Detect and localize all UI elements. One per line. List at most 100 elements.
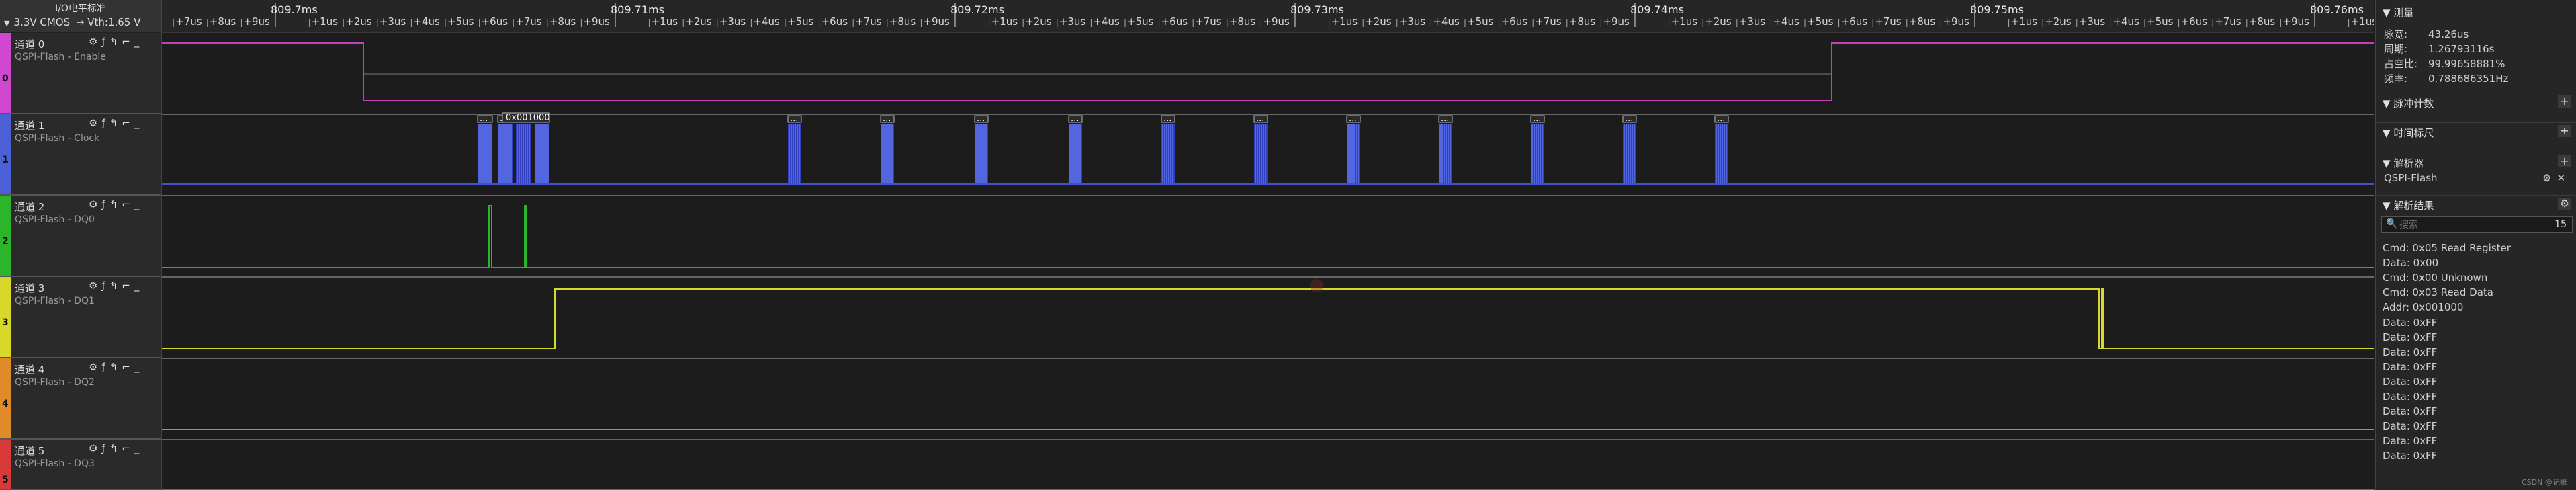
falling-edge-icon[interactable]: ↰ [109, 442, 122, 454]
results-settings-button[interactable]: ⚙ [2558, 198, 2571, 210]
channel-toolbar[interactable]: ⚙ƒ↰⌐_ [89, 36, 143, 48]
cursor-marker[interactable] [1310, 279, 1323, 292]
channel-5-row[interactable]: 5 通道 5 QSPI-Flash - DQ3 ⚙ƒ↰⌐_ [0, 440, 161, 490]
results-section-header[interactable]: ▼ 解析结果 ⚙ [2376, 195, 2576, 212]
decode-tag-label: ... [883, 114, 891, 124]
falling-edge-icon[interactable]: ↰ [109, 361, 122, 373]
minimize-icon[interactable]: _ [134, 36, 144, 48]
channel-toolbar[interactable]: ⚙ƒ↰⌐_ [89, 280, 143, 292]
channel-1-row[interactable]: 1 通道 1 QSPI-Flash - Clock ⚙ƒ↰⌐_ [0, 114, 161, 196]
minimize-icon[interactable]: _ [134, 361, 144, 373]
minimize-icon[interactable]: _ [134, 442, 144, 454]
result-row[interactable]: Data: 0xFF [2383, 420, 2437, 432]
channel-number: 5 [2, 475, 9, 485]
ruler-minor-label: +8us [889, 15, 916, 28]
minimize-icon[interactable]: _ [134, 198, 144, 210]
analyzer-item[interactable]: QSPI-Flash ⚙✕ [2384, 172, 2572, 184]
rising-edge-icon[interactable]: ƒ [101, 442, 109, 454]
gear-icon[interactable]: ⚙ [2542, 172, 2557, 184]
result-row[interactable]: Data: 0xFF [2383, 450, 2437, 462]
channel-title: 通道 5 [15, 445, 45, 457]
search-input[interactable] [2398, 218, 2535, 233]
io-standard-selector[interactable]: ▼ 3.3V CMOS → Vth:1.65 V [4, 16, 140, 28]
add-analyzer-button[interactable]: + [2558, 155, 2571, 167]
rising-edge-icon[interactable]: ƒ [101, 280, 109, 292]
pulse-icon[interactable]: ⌐ [122, 442, 134, 454]
result-row[interactable]: Cmd: 0x05 Read Register [2383, 242, 2511, 254]
gear-icon[interactable]: ⚙ [89, 442, 101, 454]
decode-tag-label: ... [1163, 114, 1171, 124]
results-search[interactable]: 🔍 15 [2381, 216, 2573, 233]
result-row[interactable]: Cmd: 0x03 Read Data [2383, 286, 2493, 298]
ruler-minor-label: +7us [1195, 15, 1222, 28]
rising-edge-icon[interactable]: ƒ [101, 36, 109, 48]
enable-waveform [162, 42, 2374, 101]
pulse-icon[interactable]: ⌐ [122, 361, 134, 373]
add-pulse-count-button[interactable]: + [2558, 95, 2571, 108]
dq1-waveform [162, 288, 2374, 349]
analyzer-section-header[interactable]: ▼ 解析器 + [2376, 153, 2576, 170]
ruler-minor-label: +5us [2147, 15, 2174, 28]
result-row[interactable]: Addr: 0x001000 [2383, 301, 2463, 313]
falling-edge-icon[interactable]: ↰ [109, 36, 122, 48]
collapse-triangle-icon[interactable]: ▼ [4, 19, 9, 28]
pulse-icon[interactable]: ⌐ [122, 280, 134, 292]
pulse-icon[interactable]: ⌐ [122, 198, 134, 210]
rising-edge-icon[interactable]: ƒ [101, 198, 109, 210]
gear-icon[interactable]: ⚙ [89, 198, 101, 210]
rising-edge-icon[interactable]: ƒ [101, 117, 109, 129]
result-row[interactable]: Data: 0xFF [2383, 317, 2437, 329]
channel-4-row[interactable]: 4 通道 4 QSPI-Flash - DQ2 ⚙ƒ↰⌐_ [0, 358, 161, 440]
gear-icon[interactable]: ⚙ [89, 361, 101, 373]
time-ruler-section-header[interactable]: ▼ 时间标尺 + [2376, 122, 2576, 140]
channel-signal-name: QSPI-Flash - Clock [15, 133, 100, 144]
waveform-view[interactable]: +7us +8us +9us 809.7ms +1us +2us +3us +4us +5us +… [162, 0, 2374, 490]
io-standard-value: 3.3V CMOS [13, 16, 71, 28]
ruler-minor-label: +6us [1841, 15, 1868, 28]
add-time-ruler-button[interactable]: + [2558, 125, 2571, 137]
channel-3-row[interactable]: 3 通道 3 QSPI-Flash - DQ1 ⚙ƒ↰⌐_ [0, 277, 161, 358]
rising-edge-icon[interactable]: ƒ [101, 361, 109, 373]
falling-edge-icon[interactable]: ↰ [109, 280, 122, 292]
ruler-major-label: 809.74ms [1630, 3, 1684, 16]
falling-edge-icon[interactable]: ↰ [109, 198, 122, 210]
result-row[interactable]: Data: 0xFF [2383, 361, 2437, 373]
channel-toolbar[interactable]: ⚙ƒ↰⌐_ [89, 361, 143, 373]
channel-toolbar[interactable]: ⚙ƒ↰⌐_ [89, 198, 143, 210]
channel-signal-name: QSPI-Flash - DQ2 [15, 377, 95, 388]
ruler-major-label: 809.75ms [1970, 3, 2024, 16]
pulse-icon[interactable]: ⌐ [122, 36, 134, 48]
channel-toolbar[interactable]: ⚙ƒ↰⌐_ [89, 442, 143, 454]
minimize-icon[interactable]: _ [134, 117, 144, 129]
gear-icon[interactable]: ⚙ [89, 117, 101, 129]
close-icon[interactable]: ✕ [2557, 172, 2571, 184]
result-row[interactable]: Cmd: 0x00 Unknown [2383, 272, 2487, 284]
result-row[interactable]: Data: 0xFF [2383, 376, 2437, 388]
minimize-icon[interactable]: _ [134, 280, 144, 292]
measure-row: 占空比: 99.99658881% [2384, 58, 2505, 70]
falling-edge-icon[interactable]: ↰ [109, 117, 122, 129]
clock-annotation[interactable]: 0x001000 [502, 112, 550, 123]
pulse-icon[interactable]: ⌐ [122, 117, 134, 129]
channel-title: 通道 3 [15, 282, 45, 294]
result-row[interactable]: Data: 0xFF [2383, 331, 2437, 343]
result-row[interactable]: Data: 0xFF [2383, 435, 2437, 447]
ruler-minor-label: +3us [2079, 15, 2106, 28]
channel-2-row[interactable]: 2 通道 2 QSPI-Flash - DQ0 ⚙ƒ↰⌐_ [0, 196, 161, 277]
pulse-count-section-header[interactable]: ▼ 脉冲计数 + [2376, 93, 2576, 110]
result-row[interactable]: Data: 0xFF [2383, 405, 2437, 417]
waveform-canvas[interactable]: +7us +8us +9us809.7ms+1us +2us +3us +4us +5us +… [162, 0, 2374, 490]
result-row[interactable]: Data: 0xFF [2383, 391, 2437, 403]
channel-signal-name: QSPI-Flash - DQ3 [15, 458, 95, 469]
measure-section-header[interactable]: ▼ 测量 [2376, 3, 2576, 20]
result-row[interactable]: Data: 0x00 [2383, 257, 2438, 269]
channel-number: 2 [2, 236, 9, 247]
gear-icon[interactable]: ⚙ [89, 36, 101, 48]
channel-toolbar[interactable]: ⚙ƒ↰⌐_ [89, 117, 143, 129]
gear-icon[interactable]: ⚙ [89, 280, 101, 292]
result-row[interactable]: Data: 0xFF [2383, 346, 2437, 358]
result-count: 15 [2555, 219, 2567, 230]
decode-tag-label: ... [480, 114, 488, 124]
decode-tag-label: ... [1717, 114, 1725, 124]
channel-0-row[interactable]: 0 通道 0 QSPI-Flash - Enable ⚙ƒ↰⌐_ [0, 33, 161, 114]
